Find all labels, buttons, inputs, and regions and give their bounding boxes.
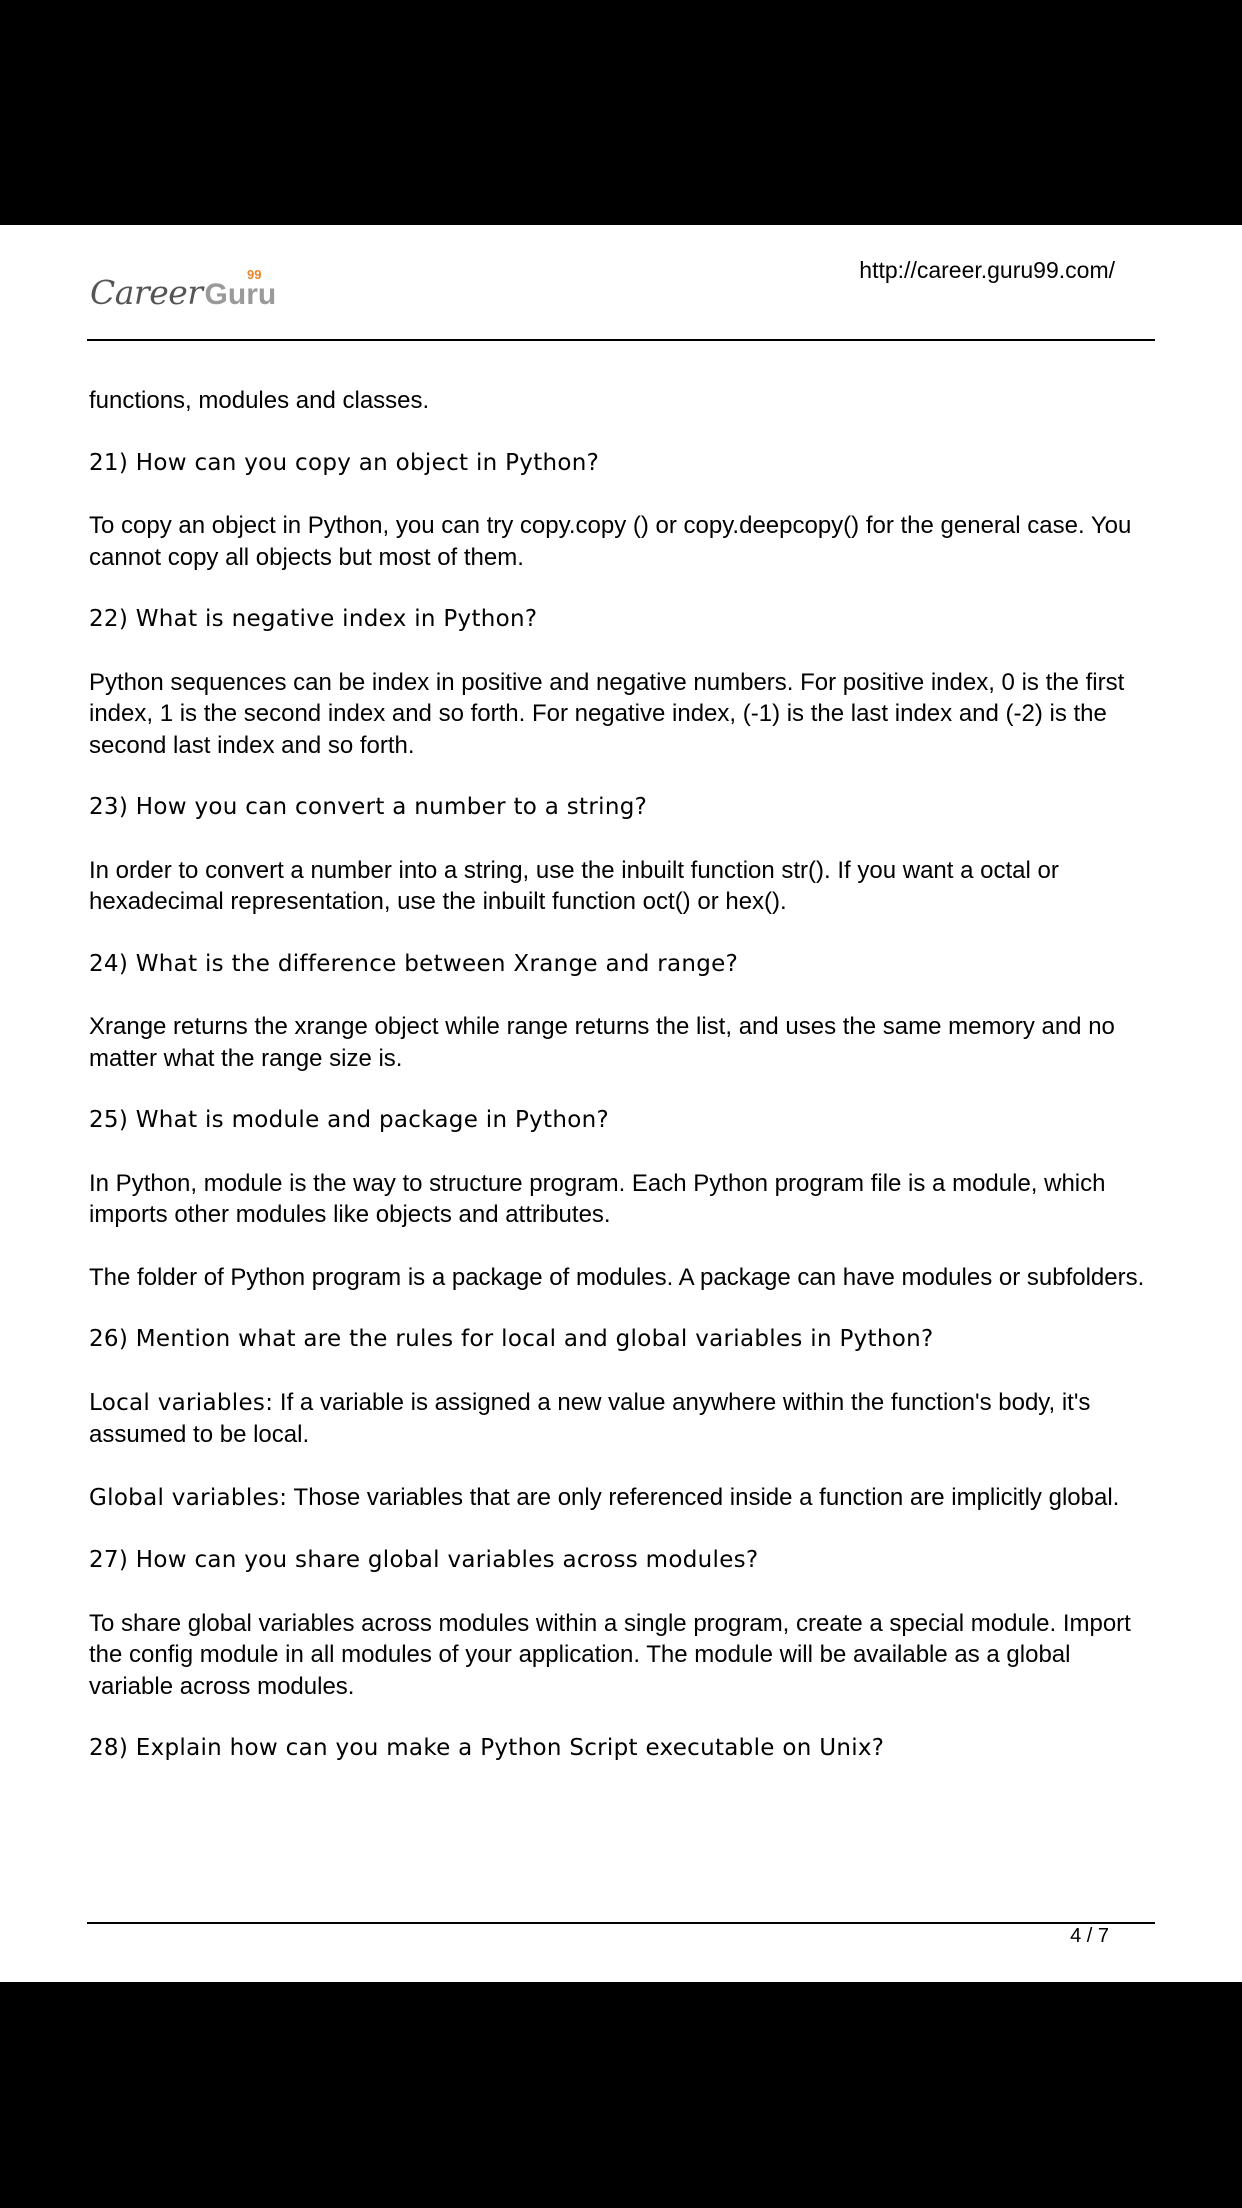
global-variables-text: Those variables that are only referenced…: [287, 1483, 1120, 1511]
careerguru-logo: CareerGuru 99: [90, 267, 277, 323]
answer-26-global: Global variables: Those variables that a…: [89, 1482, 1159, 1515]
global-variables-label: Global variables:: [89, 1484, 288, 1511]
footer-divider: [87, 1922, 1155, 1924]
answer-26-local: Local variables: If a variable is assign…: [89, 1387, 1159, 1451]
document-content: functions, modules and classes. 21) How …: [89, 385, 1159, 1765]
logo-text-guru: Guru: [204, 278, 277, 311]
question-27: 27) How can you share global variables a…: [89, 1547, 759, 1573]
local-variables-label: Local variables:: [89, 1389, 274, 1416]
answer-25-part-1: In Python, module is the way to structur…: [89, 1169, 1106, 1229]
answer-24: Xrange returns the xrange object while r…: [89, 1013, 1115, 1072]
answer-21: To copy an object in Python, you can try…: [89, 512, 1132, 571]
logo-superscript: 99: [247, 267, 262, 282]
answer-22: Python sequences can be index in positiv…: [89, 668, 1125, 759]
question-28: 28) Explain how can you make a Python Sc…: [89, 1735, 885, 1761]
question-26: 26) Mention what are the rules for local…: [89, 1326, 934, 1352]
answer-27: To share global variables across modules…: [89, 1609, 1131, 1700]
header-divider: [87, 339, 1155, 341]
question-22: 22) What is negative index in Python?: [89, 606, 538, 632]
answer-23: In order to convert a number into a stri…: [89, 856, 1059, 916]
bottom-black-bar: [0, 1982, 1242, 2208]
logo-text-career: Career: [90, 273, 203, 312]
header-url: http://career.guru99.com/: [859, 257, 1115, 283]
page-number: 4 / 7: [1070, 1925, 1109, 1947]
document-page: CareerGuru 99 http://career.guru99.com/ …: [0, 225, 1242, 1982]
question-23: 23) How you can convert a number to a st…: [89, 794, 648, 820]
answer-25-part-2: The folder of Python program is a packag…: [89, 1263, 1145, 1291]
paragraph-continuation: functions, modules and classes.: [89, 387, 430, 414]
top-black-bar: [0, 0, 1242, 225]
question-21: 21) How can you copy an object in Python…: [89, 449, 600, 476]
question-24: 24) What is the difference between Xrang…: [89, 950, 739, 977]
question-25: 25) What is module and package in Python…: [89, 1107, 609, 1133]
